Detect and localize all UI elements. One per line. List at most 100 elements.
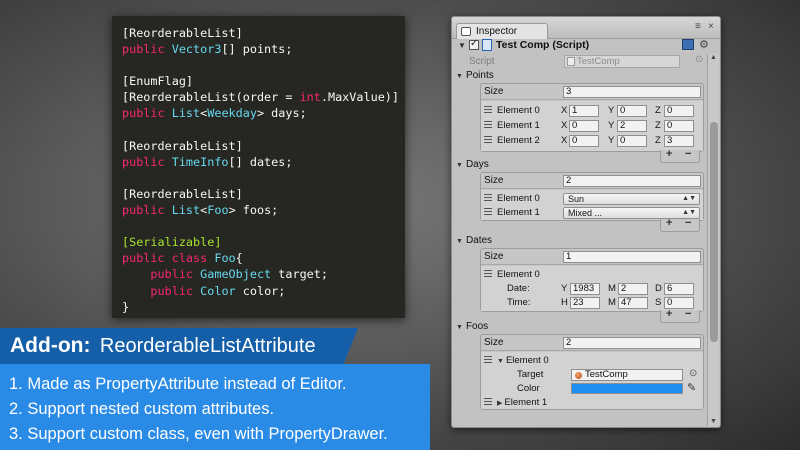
inspector-titlebar: Inspector ≡ ×	[452, 17, 720, 39]
object-picker-icon[interactable]: ⊙	[689, 368, 697, 379]
code-token: [EnumFlag]	[122, 74, 194, 89]
code-line: public List<Foo> foos;	[122, 202, 405, 218]
day-field[interactable]: 6	[664, 283, 694, 295]
time-label: Time:	[507, 297, 531, 308]
add-element-button[interactable]: +	[666, 148, 672, 160]
x-field[interactable]: 0	[569, 135, 599, 147]
element0-foldout[interactable]: ▼ Element 0	[497, 355, 549, 366]
drag-handle-icon[interactable]	[484, 106, 492, 113]
code-line: [EnumFlag]	[122, 73, 405, 89]
vertical-scrollbar[interactable]: ▲ ▼	[707, 54, 719, 426]
hour-field[interactable]: 23	[570, 297, 600, 309]
component-enabled-checkbox[interactable]	[469, 38, 479, 50]
x-field[interactable]: 0	[569, 120, 599, 132]
close-icon[interactable]: ×	[708, 22, 714, 32]
y-field[interactable]: 0	[617, 105, 647, 117]
foos-foldout[interactable]: ▼ Foos	[456, 321, 488, 332]
points-label: Points	[465, 70, 494, 81]
z-field[interactable]: 3	[664, 135, 694, 147]
drag-handle-icon[interactable]	[484, 270, 492, 277]
code-token: .MaxValue)]	[320, 90, 400, 105]
month-field[interactable]: 2	[618, 283, 648, 295]
x-field[interactable]: 1	[569, 105, 599, 117]
x-axis-label: X	[561, 135, 568, 146]
eyedropper-icon[interactable]: ✎	[687, 381, 696, 394]
component-header[interactable]: ▼ Test Comp (Script) ⚙	[452, 38, 709, 53]
remove-element-button[interactable]: −	[685, 308, 691, 320]
code-line: [ReorderableList(order = int.MaxValue)]	[122, 89, 405, 105]
code-token: [Serializable]	[122, 235, 222, 250]
code-token: TimeInfo	[171, 154, 229, 169]
object-picker-icon[interactable]: ⊙	[695, 54, 703, 65]
weekday-dropdown[interactable]: Mixed ... ▲▼	[563, 207, 700, 219]
element-label: Element 1	[497, 207, 540, 218]
drag-handle-icon[interactable]	[484, 356, 492, 363]
color-swatch[interactable]	[571, 383, 683, 394]
tab-inspector[interactable]: Inspector	[456, 23, 548, 39]
tab-inspector-label: Inspector	[476, 26, 518, 37]
drag-handle-icon[interactable]	[484, 208, 492, 215]
foos-size-row: Size 2	[481, 335, 703, 351]
target-object-field[interactable]: TestComp	[571, 369, 683, 381]
points-size-field[interactable]: 3	[563, 86, 701, 98]
code-token: }	[122, 299, 130, 314]
remove-element-button[interactable]: −	[685, 217, 691, 229]
y-axis-label: Y	[608, 105, 615, 116]
chevron-down-icon[interactable]: ▼	[458, 41, 466, 50]
y-field[interactable]: 2	[617, 120, 647, 132]
drag-handle-icon[interactable]	[484, 194, 492, 201]
code-line: public Color color;	[122, 283, 405, 299]
code-token: public	[122, 203, 172, 218]
code-line: [ReorderableList]	[122, 186, 405, 202]
scroll-thumb[interactable]	[710, 122, 718, 342]
z-field[interactable]: 0	[664, 105, 694, 117]
code-token: Vector3	[171, 42, 222, 57]
code-token: > foos;	[228, 203, 279, 218]
foos-elements: ▼ Element 0 Target TestComp ⊙ Color ✎ ▶ El…	[481, 352, 703, 409]
dropdown-value: Sun	[568, 194, 585, 204]
element-label: Element 0	[505, 355, 549, 366]
help-book-icon[interactable]	[682, 39, 694, 50]
weekday-dropdown[interactable]: Sun ▲▼	[563, 193, 700, 205]
foos-size-field[interactable]: 2	[563, 337, 701, 349]
minute-field[interactable]: 47	[618, 297, 648, 309]
dates-list: Size 1 Element 0 Date: Y 1983 M 2 D 6 Ti…	[480, 248, 704, 312]
scroll-down-icon[interactable]: ▼	[710, 418, 717, 425]
code-token: List	[171, 106, 201, 121]
element1-foldout[interactable]: ▶ Element 1	[497, 397, 547, 408]
add-element-button[interactable]: +	[666, 308, 672, 320]
days-size-label: Size	[484, 175, 504, 186]
code-token: Weekday	[207, 106, 257, 121]
foos-size-label: Size	[484, 337, 504, 348]
days-foldout[interactable]: ▼ Days	[456, 159, 489, 170]
year-field[interactable]: 1983	[570, 283, 600, 295]
scroll-up-icon[interactable]: ▲	[710, 54, 717, 61]
days-size-row: Size 2	[481, 173, 703, 189]
code-token: public	[122, 106, 172, 121]
code-token: [ReorderableList]	[122, 26, 243, 40]
dates-foldout[interactable]: ▼ Dates	[456, 235, 492, 246]
window-menu-icon[interactable]: ≡	[695, 22, 701, 32]
y-field[interactable]: 0	[617, 135, 647, 147]
days-size-field[interactable]: 2	[563, 175, 701, 187]
code-token: [ReorderableList]	[122, 186, 243, 201]
addon-feature-item: 2. Support nested custom attributes.	[9, 400, 275, 418]
code-token: [ReorderableList]	[122, 138, 243, 153]
drag-handle-icon[interactable]	[484, 136, 492, 143]
dates-size-field[interactable]: 1	[563, 251, 701, 263]
z-field[interactable]: 0	[664, 120, 694, 132]
remove-element-button[interactable]: −	[685, 148, 691, 160]
drag-handle-icon[interactable]	[484, 121, 492, 128]
addon-heading: Add-on:	[10, 334, 91, 357]
minute-label: M	[608, 297, 616, 308]
points-foldout[interactable]: ▼ Points	[456, 70, 494, 81]
gear-icon[interactable]: ⚙	[699, 38, 709, 51]
drag-handle-icon[interactable]	[484, 398, 492, 405]
code-token: public	[150, 267, 201, 282]
code-token: [ReorderableList(order =	[122, 90, 300, 105]
chevron-down-icon: ▼	[497, 358, 504, 365]
add-element-button[interactable]: +	[666, 217, 672, 229]
